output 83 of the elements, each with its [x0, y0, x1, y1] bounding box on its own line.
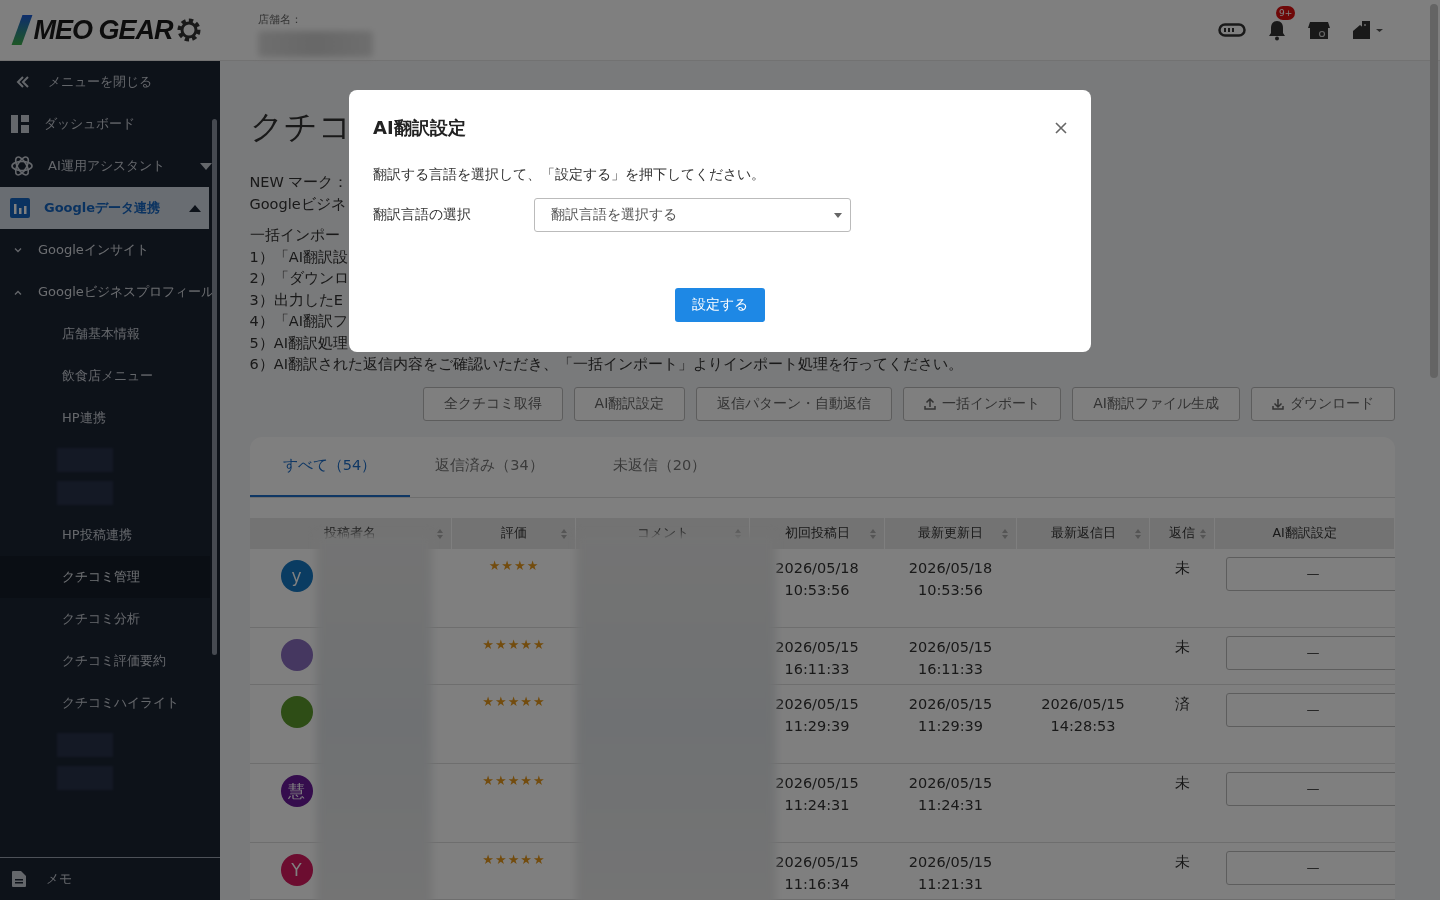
date-text: 2026/05/15 11:29:39 [907, 695, 994, 736]
building-icon[interactable] [1352, 20, 1384, 40]
toolbar-button[interactable]: 全クチコミ取得 [422, 386, 563, 421]
language-select[interactable]: 翻訳言語を選択する [534, 198, 851, 232]
dashboard-icon [10, 114, 30, 134]
caret-down-icon [199, 162, 212, 170]
note-text: Googleビジネ [249, 194, 346, 214]
note-text: NEW マーク： [249, 173, 349, 192]
chevron-down-icon [14, 247, 22, 253]
reply-status: 未 [1149, 842, 1215, 900]
step-text: 3）出力したE [249, 290, 343, 310]
toolbar-button[interactable]: ダウンロード [1251, 386, 1395, 421]
date-text: 2026/05/15 11:21:31 [907, 853, 994, 894]
toolbar-button[interactable]: AI翻訳設定 [573, 386, 686, 421]
bell-icon[interactable] [1268, 19, 1286, 41]
date-text: 2026/05/18 10:53:56 [774, 558, 860, 600]
chevron-up-icon [14, 289, 22, 295]
upload-icon [924, 397, 937, 410]
date-text: 2026/05/15 11:16:34 [774, 853, 860, 894]
sidebar-item[interactable]: Googleデータ連携 [0, 187, 209, 229]
submit-button[interactable]: 設定する [675, 288, 765, 322]
date-text: 2026/05/15 11:24:31 [907, 774, 994, 815]
bar-chart-icon [10, 198, 30, 218]
toggle-icon[interactable] [1218, 23, 1246, 37]
page-title: クチコ [249, 106, 352, 148]
steps-title: 一括インポー [249, 226, 340, 245]
avatar: 慧 [280, 775, 313, 807]
column-header[interactable]: 最新返信日 [1016, 517, 1150, 549]
reply-status: 済 [1149, 684, 1215, 764]
toolbar-button[interactable]: AI翻訳ファイル生成 [1072, 386, 1240, 421]
dialog-title: AI翻訳設定 [373, 116, 466, 140]
star-rating: ★★★★★ [481, 693, 546, 709]
close-icon [1055, 122, 1067, 134]
reply-status: 未 [1149, 548, 1215, 628]
reply-status: 未 [1149, 627, 1215, 685]
double-chevron-icon [16, 76, 30, 88]
date-text: 2026/05/18 10:53:56 [907, 558, 994, 600]
date-text: 2026/05/15 16:11:33 [774, 638, 860, 679]
memo-link[interactable]: メモ [0, 857, 220, 900]
ai-setting-field[interactable]: — [1225, 772, 1395, 806]
column-header[interactable]: 返信 [1149, 517, 1215, 549]
column-header: AI翻訳設定 [1214, 517, 1395, 549]
step-text: 6）AI翻訳された返信内容をご確認いただき、「一括インポート」よりインポート処理を行ってください。 [249, 355, 963, 374]
star-rating: ★★★★★ [481, 636, 546, 652]
ai-setting-field[interactable]: — [1225, 851, 1395, 885]
caret-up-icon [189, 204, 201, 212]
date-text: 2026/05/15 14:28:53 [1040, 695, 1126, 736]
tab[interactable]: 未返信（20） [569, 436, 750, 497]
star-rating: ★★★★ [487, 556, 540, 573]
ai-setting-field[interactable]: — [1225, 636, 1395, 670]
logo-text: MEO GEAR [33, 14, 173, 46]
reply-status: 未 [1149, 763, 1215, 843]
star-rating: ★★★★★ [481, 851, 546, 867]
toolbar-button[interactable]: 返信パターン・自動返信 [696, 386, 893, 421]
date-text: 2026/05/15 16:11:33 [907, 638, 994, 679]
download-icon [1272, 397, 1284, 410]
tab[interactable]: すべて（54） [249, 436, 410, 497]
star-rating: ★★★★★ [481, 772, 546, 788]
notification-badge: 9+ [1276, 6, 1296, 20]
document-icon [12, 871, 26, 887]
step-text: 5）AI翻訳処理 [249, 333, 348, 353]
ai-setting-field[interactable]: — [1225, 556, 1395, 591]
store-icon[interactable] [1308, 20, 1330, 40]
store-label: 店舗名： [258, 12, 303, 27]
avatar: y [280, 559, 313, 592]
dialog-description: 翻訳する言語を選択して、「設定する」を押下してください。 [373, 166, 766, 184]
step-text: 1）「AI翻訳設 [249, 247, 348, 267]
field-label: 翻訳言語の選択 [373, 206, 472, 224]
toolbar-button[interactable]: 一括インポート [903, 386, 1062, 421]
step-text: 2）「ダウンロ [249, 269, 349, 288]
tab[interactable]: 返信済み（34） [409, 436, 570, 497]
sidebar-item[interactable]: クチコミ管理 [0, 556, 210, 598]
date-text: 2026/05/15 11:29:39 [774, 695, 860, 736]
date-text: 2026/05/15 11:24:31 [774, 774, 860, 815]
step-text: 4）「AI翻訳フ [249, 312, 348, 331]
menu-close-link[interactable]: メニューを閉じる [0, 61, 220, 103]
column-header[interactable]: 最新更新日 [884, 517, 1017, 549]
avatar: Y [280, 854, 313, 886]
ai-setting-field[interactable]: — [1225, 693, 1395, 727]
caret-down-icon [834, 212, 842, 218]
column-header[interactable]: 評価 [451, 517, 576, 549]
sidebar-item[interactable]: クチコミハイライト [0, 682, 220, 724]
column-header[interactable]: 初回投稿日 [749, 517, 885, 549]
